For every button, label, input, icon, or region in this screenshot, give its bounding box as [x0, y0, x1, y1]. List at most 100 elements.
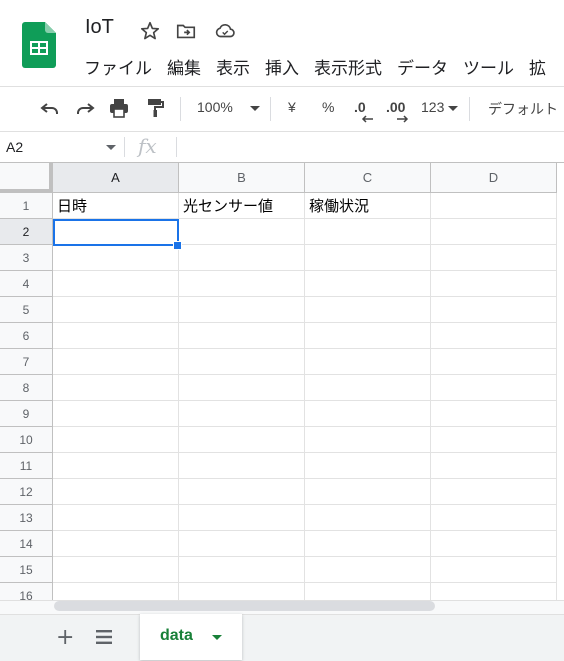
cell-a2[interactable] — [53, 219, 179, 245]
cell-d13[interactable] — [431, 505, 557, 531]
cell-a4[interactable] — [53, 271, 179, 297]
cell-a10[interactable] — [53, 427, 179, 453]
redo-icon[interactable] — [73, 96, 97, 120]
cell-a3[interactable] — [53, 245, 179, 271]
row-header[interactable]: 1 — [0, 193, 53, 219]
cloud-saved-icon[interactable] — [214, 20, 236, 42]
cell-d1[interactable] — [431, 193, 557, 219]
cell-a9[interactable] — [53, 401, 179, 427]
name-box[interactable]: A2 — [6, 139, 23, 155]
cell-b13[interactable] — [179, 505, 305, 531]
cell-c6[interactable] — [305, 323, 431, 349]
row-header[interactable]: 8 — [0, 375, 53, 401]
cell-d14[interactable] — [431, 531, 557, 557]
cell-b2[interactable] — [179, 219, 305, 245]
cell-b6[interactable] — [179, 323, 305, 349]
cell-b8[interactable] — [179, 375, 305, 401]
cell-c4[interactable] — [305, 271, 431, 297]
percent-format-button[interactable]: % — [322, 99, 334, 115]
sheet-tab-data[interactable]: data — [140, 614, 242, 660]
increase-decimal-button[interactable]: .00 — [386, 99, 405, 115]
cell-b14[interactable] — [179, 531, 305, 557]
select-all-corner[interactable] — [0, 163, 53, 193]
cell-c9[interactable] — [305, 401, 431, 427]
cell-b7[interactable] — [179, 349, 305, 375]
row-header[interactable]: 16 — [0, 583, 53, 600]
row-header[interactable]: 14 — [0, 531, 53, 557]
cell-a11[interactable] — [53, 453, 179, 479]
cell-a7[interactable] — [53, 349, 179, 375]
cell-d6[interactable] — [431, 323, 557, 349]
cell-a5[interactable] — [53, 297, 179, 323]
star-icon[interactable] — [139, 20, 161, 42]
menu-format[interactable]: 表示形式 — [314, 54, 382, 79]
cell-d8[interactable] — [431, 375, 557, 401]
cell-b3[interactable] — [179, 245, 305, 271]
row-header[interactable]: 11 — [0, 453, 53, 479]
fill-handle[interactable] — [173, 241, 182, 250]
cell-d4[interactable] — [431, 271, 557, 297]
cell-c1[interactable]: 稼働状況 — [305, 193, 431, 219]
cell-b4[interactable] — [179, 271, 305, 297]
cell-b11[interactable] — [179, 453, 305, 479]
undo-icon[interactable] — [38, 96, 62, 120]
row-header[interactable]: 13 — [0, 505, 53, 531]
row-header[interactable]: 4 — [0, 271, 53, 297]
cell-b12[interactable] — [179, 479, 305, 505]
cell-c7[interactable] — [305, 349, 431, 375]
column-header-b[interactable]: B — [179, 163, 305, 193]
cell-d10[interactable] — [431, 427, 557, 453]
menu-data[interactable]: データ — [397, 54, 448, 79]
cell-c2[interactable] — [305, 219, 431, 245]
name-box-dropdown-icon[interactable] — [106, 145, 116, 150]
currency-format-button[interactable]: ¥ — [288, 99, 296, 115]
row-header[interactable]: 3 — [0, 245, 53, 271]
cell-d12[interactable] — [431, 479, 557, 505]
cell-a16[interactable] — [53, 583, 179, 600]
cell-c8[interactable] — [305, 375, 431, 401]
column-header-d[interactable]: D — [431, 163, 557, 193]
cell-c10[interactable] — [305, 427, 431, 453]
horizontal-scrollbar-thumb[interactable] — [54, 601, 435, 611]
cell-c15[interactable] — [305, 557, 431, 583]
row-header[interactable]: 7 — [0, 349, 53, 375]
menu-file[interactable]: ファイル — [84, 54, 152, 79]
more-formats-button[interactable]: 123 — [421, 99, 444, 115]
add-sheet-button[interactable]: + — [56, 625, 74, 650]
cell-b10[interactable] — [179, 427, 305, 453]
column-header-c[interactable]: C — [305, 163, 431, 193]
row-header[interactable]: 9 — [0, 401, 53, 427]
row-header[interactable]: 12 — [0, 479, 53, 505]
cell-a15[interactable] — [53, 557, 179, 583]
cell-b15[interactable] — [179, 557, 305, 583]
font-select[interactable]: デフォルト — [488, 99, 558, 119]
sheets-logo-icon[interactable] — [22, 22, 56, 68]
cell-d5[interactable] — [431, 297, 557, 323]
cell-b16[interactable] — [179, 583, 305, 600]
cell-c11[interactable] — [305, 453, 431, 479]
cell-d15[interactable] — [431, 557, 557, 583]
cell-c16[interactable] — [305, 583, 431, 600]
cell-a14[interactable] — [53, 531, 179, 557]
cell-c12[interactable] — [305, 479, 431, 505]
cell-b1[interactable]: 光センサー値 — [179, 193, 305, 219]
cell-c3[interactable] — [305, 245, 431, 271]
sheet-tab-dropdown-icon[interactable] — [212, 635, 222, 640]
cell-a1[interactable]: 日時 — [53, 193, 179, 219]
cell-b9[interactable] — [179, 401, 305, 427]
row-header[interactable]: 6 — [0, 323, 53, 349]
menu-extensions[interactable]: 拡 — [529, 54, 546, 79]
cell-a8[interactable] — [53, 375, 179, 401]
menu-edit[interactable]: 編集 — [167, 54, 201, 79]
row-header[interactable]: 10 — [0, 427, 53, 453]
menu-insert[interactable]: 挿入 — [265, 54, 299, 79]
cell-d11[interactable] — [431, 453, 557, 479]
menu-tools[interactable]: ツール — [463, 54, 514, 79]
cell-a13[interactable] — [53, 505, 179, 531]
print-icon[interactable] — [107, 96, 131, 120]
cell-d9[interactable] — [431, 401, 557, 427]
zoom-select[interactable]: 100% — [197, 99, 233, 115]
row-header[interactable]: 2 — [0, 219, 53, 245]
row-header[interactable]: 15 — [0, 557, 53, 583]
formula-input[interactable] — [180, 134, 560, 160]
